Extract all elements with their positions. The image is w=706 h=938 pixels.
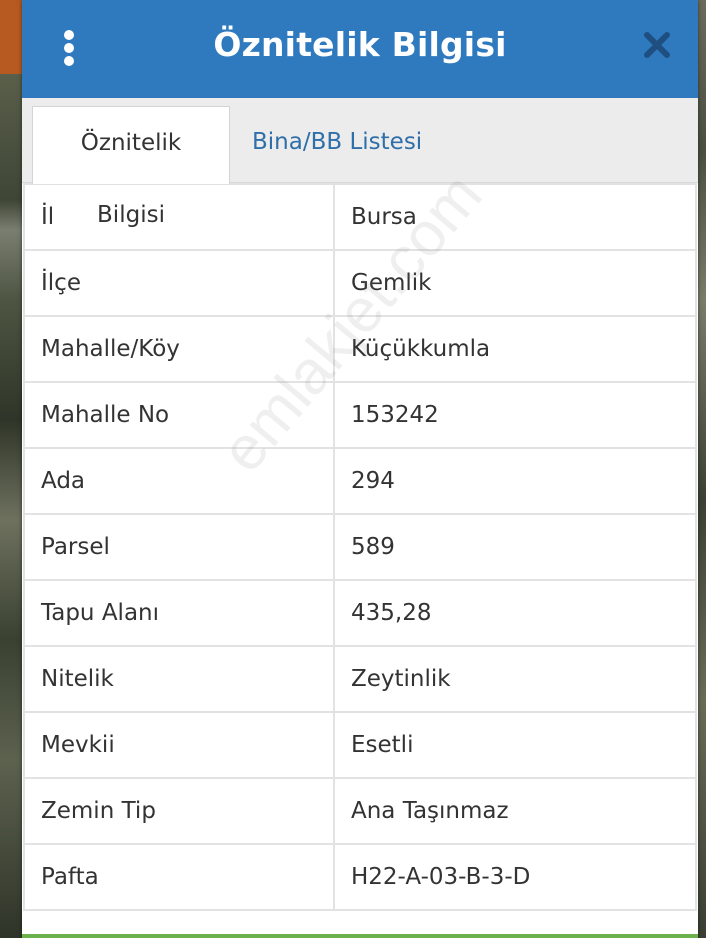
table-row: Tapu Alanı 435,28	[23, 579, 697, 647]
row-value: 294	[333, 447, 697, 515]
row-key: Tapu Alanı	[23, 579, 335, 647]
row-key: Ada	[23, 447, 335, 515]
bottom-accent-strip	[22, 934, 698, 938]
table-row: Parsel 589	[23, 513, 697, 581]
row-value: Gemlik	[333, 249, 697, 317]
close-icon[interactable]	[642, 30, 672, 60]
row-value: 435,28	[333, 579, 697, 647]
row-key: Nitelik	[23, 645, 335, 713]
table-row: Ada 294	[23, 447, 697, 515]
tab-bar: Öznitelik Bilgisi Bina/BB Listesi	[22, 98, 698, 228]
table-row: Mahalle/Köy Küçükkumla	[23, 315, 697, 383]
row-value: Ana Taşınmaz	[333, 777, 697, 845]
row-key: İl	[23, 183, 335, 251]
row-key: Mevkii	[23, 711, 335, 779]
row-value: Esetli	[333, 711, 697, 779]
row-key: İlçe	[23, 249, 335, 317]
row-value: 153242	[333, 381, 697, 449]
panel-header: Öznitelik Bilgisi	[22, 0, 698, 98]
table-row: Mahalle No 153242	[23, 381, 697, 449]
table-row: Zemin Tip Ana Taşınmaz	[23, 777, 697, 845]
attribute-table: İl Bursa İlçe Gemlik Mahalle/Köy Küçükku…	[23, 183, 697, 911]
row-key: Pafta	[23, 843, 335, 911]
table-row: İlçe Gemlik	[23, 249, 697, 317]
tab-attribute-info[interactable]: Öznitelik Bilgisi	[32, 106, 230, 228]
row-value: Küçükkumla	[333, 315, 697, 383]
row-value: Zeytinlik	[333, 645, 697, 713]
table-row: Pafta H22-A-03-B-3-D	[23, 843, 697, 911]
table-row: Mevkii Esetli	[23, 711, 697, 779]
table-row: Nitelik Zeytinlik	[23, 645, 697, 713]
row-key: Mahalle/Köy	[23, 315, 335, 383]
row-key: Mahalle No	[23, 381, 335, 449]
row-value: Bursa	[333, 183, 697, 251]
tab-building-list[interactable]: Bina/BB Listesi	[234, 106, 440, 182]
map-background-left	[0, 0, 24, 938]
row-key: Parsel	[23, 513, 335, 581]
row-value: 589	[333, 513, 697, 581]
attribute-info-panel: Öznitelik Bilgisi Öznitelik Bilgisi Bina…	[22, 0, 698, 938]
row-key: Zemin Tip	[23, 777, 335, 845]
row-value: H22-A-03-B-3-D	[333, 843, 697, 911]
panel-title: Öznitelik Bilgisi	[213, 25, 507, 64]
